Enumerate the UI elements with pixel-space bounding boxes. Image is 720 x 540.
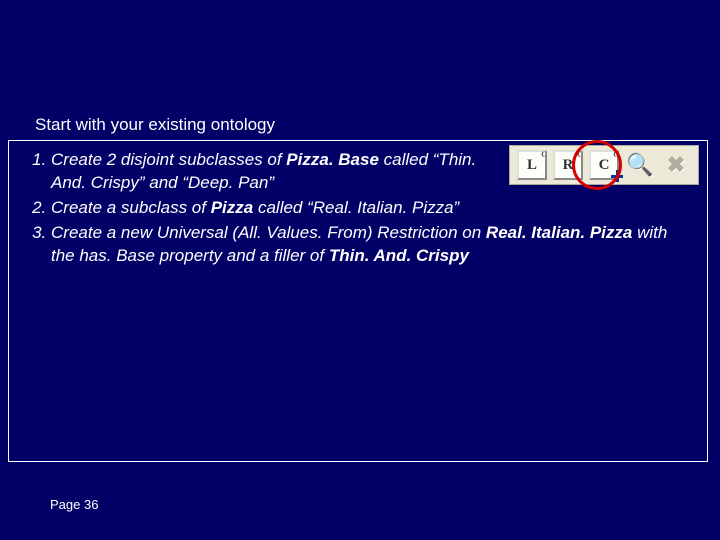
step-text: Create a subclass of (51, 198, 211, 217)
step-text: called “Real. Italian. Pizza” (253, 198, 459, 217)
steps-list: Create 2 disjoint subclasses of Pizza. B… (23, 149, 693, 270)
step-item: Create a subclass of Pizza called “Real.… (51, 197, 693, 220)
content-box: L C R C C C 🔍 ✖ Create 2 disjoint subcla… (8, 140, 708, 462)
step-bold-text: Real. Italian. Pizza (486, 223, 632, 242)
step-item: Create a new Universal (All. Values. Fro… (51, 222, 693, 268)
step-bold-text: Thin. And. Crispy (329, 246, 469, 265)
step-text: Create 2 disjoint subclasses of (51, 150, 286, 169)
step-text: Create a new Universal (All. Values. Fro… (51, 223, 486, 242)
intro-text: Start with your existing ontology (35, 115, 275, 135)
step-bold-text: Pizza (211, 198, 254, 217)
step-item: Create 2 disjoint subclasses of Pizza. B… (51, 149, 693, 195)
step-bold-text: Pizza. Base (286, 150, 379, 169)
page-number: Page 36 (50, 497, 98, 512)
